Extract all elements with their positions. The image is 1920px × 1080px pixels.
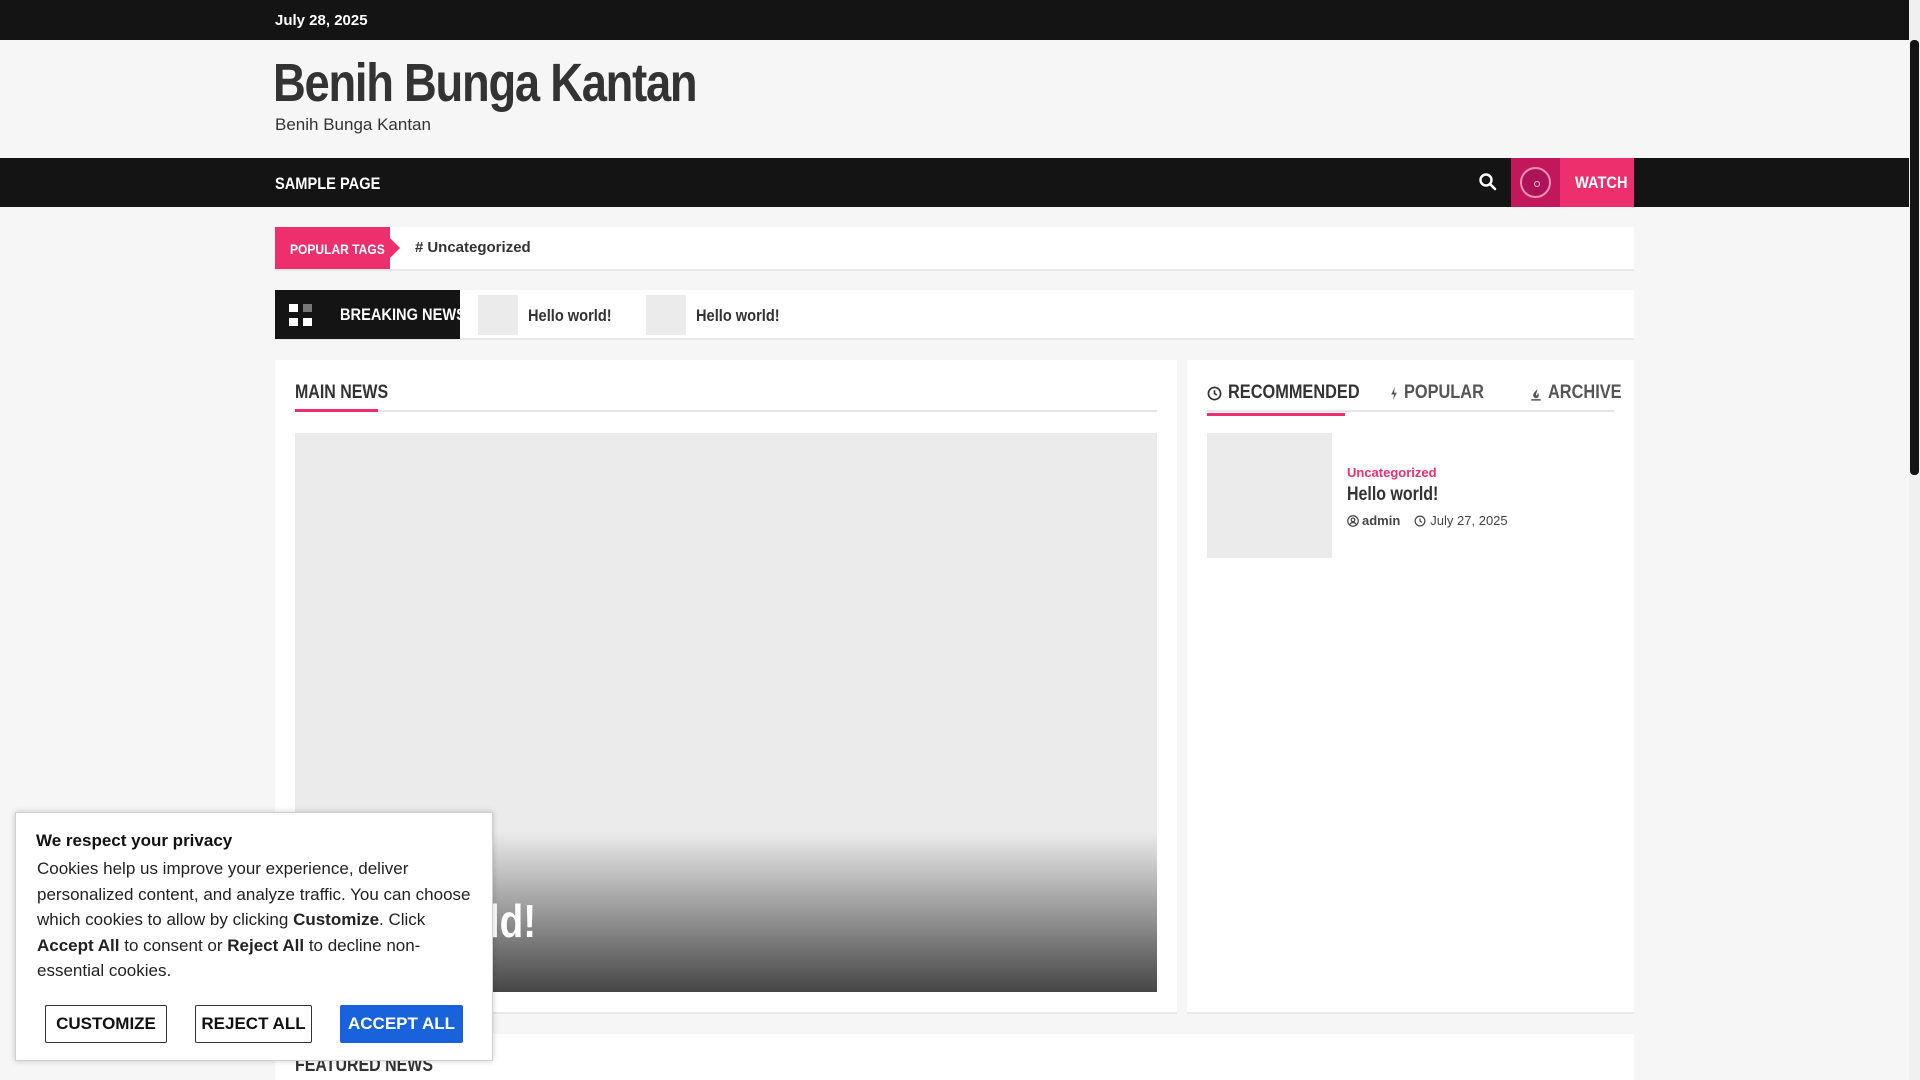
popular-tags-bar: POPULAR TAGS # Uncategorized [275, 227, 1634, 271]
cookie-text-bold: Accept All [37, 935, 120, 955]
tab-label: ARCHIVE [1548, 382, 1622, 403]
clock-icon [1414, 515, 1426, 526]
scrollbar-track[interactable] [1909, 0, 1920, 1080]
tab-popular[interactable]: POPULAR [1390, 382, 1497, 412]
breaking-news-badge: BREAKING NEWS [275, 290, 466, 339]
tab-archive[interactable]: ARCHIVE [1530, 382, 1634, 412]
watch-label: WATCH [1575, 173, 1628, 192]
cookie-text-bold: Customize [293, 910, 380, 929]
cookie-consent-banner: We respect your privacy Cookies help us … [15, 812, 493, 1061]
post-date[interactable]: July 27, 2025 [1430, 513, 1507, 528]
fire-icon [1531, 387, 1541, 401]
grid-cell [303, 304, 312, 312]
breaking-news-title[interactable]: Hello world! [696, 306, 780, 326]
breaking-news-thumbnail[interactable] [478, 295, 518, 335]
grid-cell [303, 318, 312, 326]
accept-all-button[interactable]: ACCEPT ALL [340, 1005, 463, 1043]
watch-icon-bg [1511, 158, 1560, 207]
cookie-description: Cookies help us improve your experience,… [37, 856, 477, 984]
grid-cell [289, 318, 298, 326]
user-icon [1347, 514, 1359, 527]
post-title[interactable]: Hello world! [1347, 484, 1438, 506]
search-icon[interactable] [1478, 172, 1498, 192]
post-thumbnail[interactable] [1207, 433, 1332, 558]
breaking-news-label: BREAKING NEWS [340, 305, 466, 324]
cookie-text: . Click [379, 910, 426, 929]
main-news-heading: MAIN NEWS [295, 382, 389, 403]
site-tagline: Benih Bunga Kantan [275, 115, 431, 134]
nav-item-sample-page[interactable]: SAMPLE PAGE [275, 174, 380, 194]
recommended-post: Uncategorized Hello world! admin July 27… [1207, 433, 1614, 559]
tab-label: POPULAR [1404, 382, 1484, 403]
breaking-news-bar: BREAKING NEWS Hello world! Hello world! [275, 290, 1634, 340]
post-meta: admin July 27, 2025 [1347, 513, 1508, 528]
play-circle-icon [1520, 167, 1551, 198]
popular-tags-label: POPULAR TAGS [290, 241, 385, 257]
ring-center [1534, 181, 1540, 187]
customize-button[interactable]: CUSTOMIZE [45, 1005, 167, 1043]
tab-recommended[interactable]: RECOMMENDED [1207, 382, 1381, 416]
bolt-icon [1391, 386, 1397, 401]
sidebar-tabs: RECOMMENDED POPULAR ARCHIVE [1207, 380, 1622, 416]
top-bar: July 28, 2025 [0, 0, 1909, 40]
tag-label: Uncategorized [427, 239, 531, 256]
watch-button[interactable]: WATCH [1511, 158, 1634, 207]
cookie-title: We respect your privacy [36, 831, 233, 850]
grid-icon [289, 304, 313, 326]
hash-icon: # [415, 239, 424, 256]
post-category[interactable]: Uncategorized [1347, 465, 1437, 480]
heading-accent [295, 409, 378, 412]
breaking-news-title[interactable]: Hello world! [528, 306, 612, 326]
breaking-news-item[interactable]: Hello world! [646, 295, 796, 335]
current-date: July 28, 2025 [275, 12, 368, 29]
main-news-header: MAIN NEWS [295, 380, 1157, 412]
clock-icon [1207, 386, 1222, 401]
main-navigation: SAMPLE PAGE WATCH [0, 158, 1909, 207]
breaking-news-item[interactable]: Hello world! [478, 295, 628, 335]
reject-all-button[interactable]: REJECT ALL [195, 1005, 312, 1043]
grid-cell [289, 304, 298, 312]
tab-label: RECOMMENDED [1228, 382, 1360, 403]
site-title[interactable]: Benih Bunga Kantan [273, 52, 698, 114]
sidebar-tabs-panel: RECOMMENDED POPULAR ARCHIVE Uncategorize… [1187, 360, 1634, 1014]
post-author[interactable]: admin [1362, 513, 1400, 528]
tag-link-uncategorized[interactable]: # Uncategorized [415, 239, 531, 256]
popular-tags-badge: POPULAR TAGS [275, 227, 400, 269]
cookie-text: to consent or [119, 935, 228, 955]
cookie-text-bold: Reject All [227, 935, 305, 955]
scrollbar-thumb[interactable] [1910, 40, 1919, 475]
breaking-news-thumbnail[interactable] [646, 295, 686, 335]
